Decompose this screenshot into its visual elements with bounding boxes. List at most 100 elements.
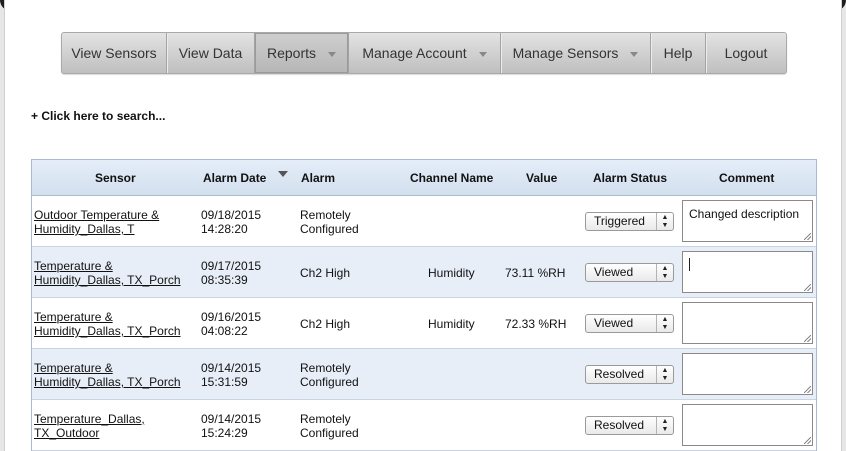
- table-row: Outdoor Temperature & Humidity_Dallas, T…: [32, 196, 816, 247]
- value-cell: 72.33 %RH: [505, 317, 567, 331]
- sensor-link[interactable]: Temperature &: [34, 361, 113, 375]
- sensor-link[interactable]: Outdoor Temperature &: [34, 208, 159, 222]
- up-down-arrows-icon: ▲ ▼: [656, 315, 673, 332]
- resize-grip-icon[interactable]: [804, 233, 811, 240]
- alarm-date-cell: 09/17/2015 08:35:39: [201, 259, 261, 287]
- comment-field[interactable]: [682, 353, 813, 395]
- sensor-link[interactable]: Temperature_Dallas,: [34, 412, 145, 426]
- text-cursor: [689, 258, 690, 271]
- sensor-link[interactable]: Humidity_Dallas, T: [34, 222, 134, 236]
- alarm-text: Remotely: [300, 412, 351, 426]
- table-row: Temperature & Humidity_Dallas, TX_Porch …: [32, 349, 816, 400]
- alarm-date-cell: 09/16/2015 04:08:22: [201, 310, 261, 338]
- resize-grip-icon[interactable]: [804, 437, 811, 444]
- alarm-date: 09/17/2015: [201, 259, 262, 273]
- nav-view-data[interactable]: View Data: [167, 33, 255, 73]
- alarm-date-cell: 09/14/2015 15:24:29: [201, 412, 261, 440]
- status-value: Resolved: [594, 418, 645, 432]
- nav-manage-sensors[interactable]: Manage Sensors: [501, 33, 651, 73]
- alarm-time: 15:31:59: [201, 375, 248, 389]
- alarm-table: Sensor Alarm Date Alarm Channel Name Val…: [31, 159, 817, 451]
- sensor-cell[interactable]: Temperature & Humidity_Dallas, TX_Porch: [34, 259, 181, 287]
- header-sensor[interactable]: Sensor: [95, 171, 136, 185]
- alarm-time: 15:24:29: [201, 426, 248, 440]
- alarm-date: 09/18/2015: [201, 208, 262, 222]
- comment-field[interactable]: Changed description: [682, 200, 813, 242]
- header-channel-name[interactable]: Channel Name: [410, 171, 493, 185]
- sensor-link[interactable]: Temperature &: [34, 259, 113, 273]
- resize-grip-icon[interactable]: [804, 386, 811, 393]
- alarm-text: Remotely: [300, 361, 351, 375]
- alarm-status-select[interactable]: Resolved ▲ ▼: [585, 416, 674, 435]
- alarm-cell: Ch2 High: [300, 266, 350, 280]
- alarm-text: Configured: [300, 426, 359, 440]
- table-row: Temperature & Humidity_Dallas, TX_Porch …: [32, 298, 816, 349]
- nav-label: Help: [663, 45, 693, 61]
- header-alarm[interactable]: Alarm: [301, 171, 335, 185]
- comment-text: Changed description: [689, 207, 800, 221]
- value-cell: 73.11 %RH: [505, 266, 566, 280]
- status-value: Resolved: [594, 367, 645, 381]
- nav-help[interactable]: Help: [651, 33, 706, 73]
- alarm-cell: Ch2 High: [300, 317, 350, 331]
- header-comment[interactable]: Comment: [719, 171, 774, 185]
- sensor-cell[interactable]: Outdoor Temperature & Humidity_Dallas, T: [34, 208, 159, 236]
- alarm-time: 14:28:20: [201, 222, 248, 236]
- resize-grip-icon[interactable]: [804, 335, 811, 342]
- alarm-date: 09/14/2015: [201, 361, 262, 375]
- status-value: Viewed: [594, 265, 634, 279]
- nav-label: Reports: [266, 45, 317, 61]
- comment-field[interactable]: [682, 404, 813, 446]
- table-row: Temperature & Humidity_Dallas, TX_Porch …: [32, 247, 816, 298]
- up-down-arrows-icon: ▲ ▼: [656, 417, 673, 434]
- alarm-status-select[interactable]: Triggered ▲ ▼: [585, 212, 674, 231]
- resize-grip-icon[interactable]: [804, 284, 811, 291]
- alarm-text: Ch2 High: [300, 317, 351, 331]
- alarm-text: Ch2 High: [300, 266, 351, 280]
- nav-label: View Data: [178, 45, 243, 61]
- header-value[interactable]: Value: [526, 171, 557, 185]
- sensor-link[interactable]: Humidity_Dallas, TX_Porch: [34, 324, 181, 338]
- status-value: Viewed: [594, 316, 634, 330]
- comment-field[interactable]: [682, 302, 813, 344]
- nav-view-sensors[interactable]: View Sensors: [62, 33, 167, 73]
- alarm-date-cell: 09/14/2015 15:31:59: [201, 361, 261, 389]
- sensor-cell[interactable]: Temperature & Humidity_Dallas, TX_Porch: [34, 361, 181, 389]
- main-nav: View Sensors View Data Reports Manage Ac…: [61, 32, 787, 74]
- alarm-cell: Remotely Configured: [300, 412, 359, 440]
- nav-logout[interactable]: Logout: [706, 33, 786, 73]
- nav-manage-account[interactable]: Manage Account: [349, 33, 501, 73]
- header-alarm-date[interactable]: Alarm Date: [203, 171, 266, 185]
- up-down-arrows-icon: ▲ ▼: [656, 213, 673, 230]
- up-down-arrows-icon: ▲ ▼: [656, 264, 673, 281]
- sensor-cell[interactable]: Temperature_Dallas, TX_Outdoor: [34, 412, 145, 440]
- chevron-down-icon: [630, 51, 639, 57]
- alarm-cell: Remotely Configured: [300, 208, 359, 236]
- sort-desc-icon[interactable]: [278, 171, 288, 177]
- nav-label: View Sensors: [71, 45, 157, 61]
- sensor-link[interactable]: Humidity_Dallas, TX_Porch: [34, 273, 181, 287]
- alarm-date: 09/16/2015: [201, 310, 262, 324]
- status-value: Triggered: [594, 214, 645, 228]
- sensor-link[interactable]: Humidity_Dallas, TX_Porch: [34, 375, 181, 389]
- alarm-time: 08:35:39: [201, 273, 248, 287]
- nav-reports[interactable]: Reports: [255, 33, 349, 73]
- alarm-date-cell: 09/18/2015 14:28:20: [201, 208, 261, 236]
- nav-label: Logout: [724, 45, 768, 61]
- alarm-status-select[interactable]: Viewed ▲ ▼: [585, 263, 674, 282]
- comment-field[interactable]: [682, 251, 813, 293]
- sensor-cell[interactable]: Temperature & Humidity_Dallas, TX_Porch: [34, 310, 181, 338]
- sensor-link[interactable]: TX_Outdoor: [34, 426, 99, 440]
- alarm-text: Remotely: [300, 208, 351, 222]
- alarm-time: 04:08:22: [201, 324, 248, 338]
- alarm-status-select[interactable]: Viewed ▲ ▼: [585, 314, 674, 333]
- sensor-link[interactable]: Temperature &: [34, 310, 113, 324]
- chevron-down-icon: [328, 51, 337, 57]
- alarm-cell: Remotely Configured: [300, 361, 359, 389]
- nav-label: Manage Account: [362, 45, 467, 61]
- alarm-text: Configured: [300, 222, 359, 236]
- search-toggle-link[interactable]: + Click here to search...: [31, 109, 165, 123]
- alarm-status-select[interactable]: Resolved ▲ ▼: [585, 365, 674, 384]
- up-down-arrows-icon: ▲ ▼: [656, 366, 673, 383]
- header-alarm-status[interactable]: Alarm Status: [593, 171, 667, 185]
